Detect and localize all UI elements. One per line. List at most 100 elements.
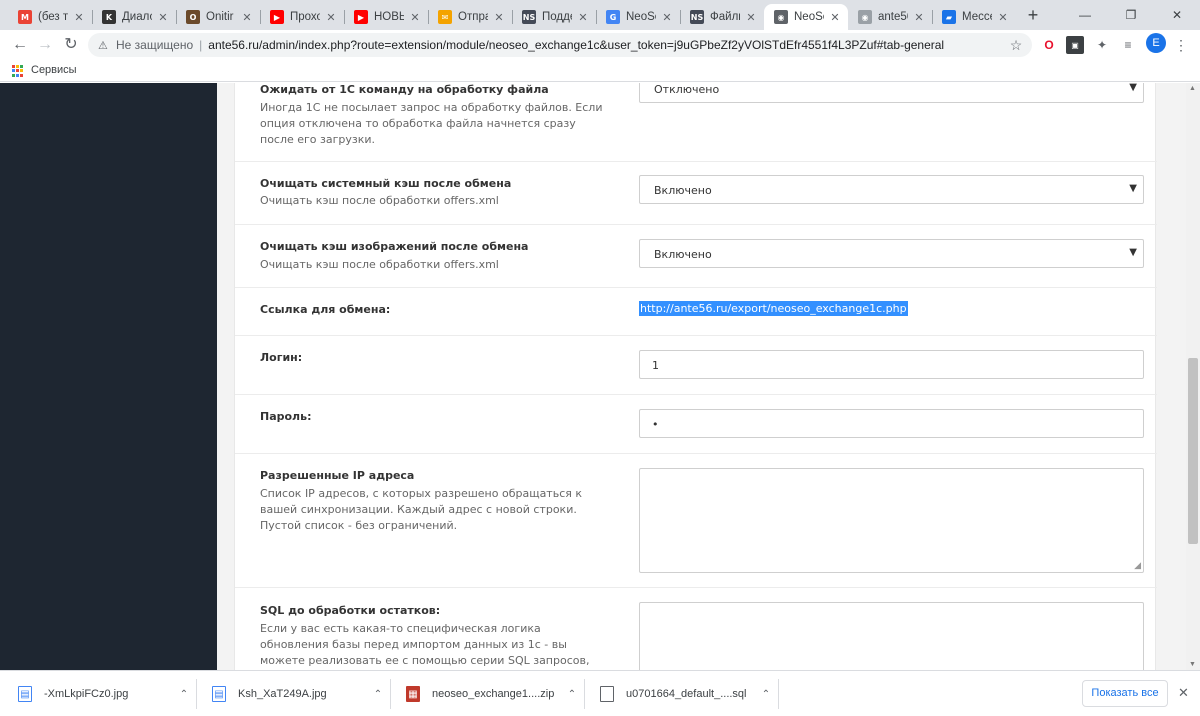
tab-close-icon[interactable]: ✕ [492, 11, 506, 24]
download-menu-caret-icon[interactable]: ⌃ [562, 689, 582, 700]
download-item[interactable]: ▦ neoseo_exchange1....zip ⌃ [406, 671, 582, 716]
tab-close-icon[interactable]: ✕ [744, 11, 758, 24]
download-item[interactable]: ▤ -XmLkpiFCz0.jpg ⌃ [18, 671, 194, 716]
window-close-button[interactable]: ✕ [1154, 0, 1200, 30]
url-text[interactable]: ante56.ru/admin/index.php?route=extensio… [208, 38, 1006, 52]
setting-label: SQL до обработки остатков: [260, 604, 441, 617]
minimize-button[interactable]: — [1062, 0, 1108, 30]
browser-tab[interactable]: M (без те ✕ [8, 4, 92, 30]
download-menu-caret-icon[interactable]: ⌃ [174, 689, 194, 700]
tab-close-icon[interactable]: ✕ [996, 11, 1010, 24]
tab-close-icon[interactable]: ✕ [72, 11, 86, 24]
tab-strip: + — ❐ ✕ M (без те ✕ K Диалоги ✕ O Onitir ✕ ▶ Прохо… [0, 0, 1200, 30]
download-separator [196, 679, 197, 709]
tab-title: Диалоги [122, 11, 152, 23]
browser-tab[interactable]: ✉ Отпра ✕ [428, 4, 512, 30]
select-value: Включено [654, 184, 712, 197]
warning-icon[interactable]: ⚠ [98, 39, 112, 52]
restore-button[interactable]: ❐ [1108, 0, 1154, 30]
browser-tab[interactable]: ◉ ante56 ✕ [848, 4, 932, 30]
setting-row-sql-before: SQL до обработки остатков: Если у вас ес… [235, 588, 1157, 670]
browser-tab[interactable]: NS Подде ✕ [512, 4, 596, 30]
forward-button[interactable]: → [33, 34, 57, 56]
login-input[interactable]: 1 [639, 350, 1144, 379]
browser-tab[interactable]: ▶ Проход ✕ [260, 4, 344, 30]
address-bar[interactable]: ⚠ Не защищено | ante56.ru/admin/index.ph… [88, 33, 1032, 57]
settings-panel: Ожидать от 1С команду на обработку файла… [234, 83, 1157, 670]
browser-tab[interactable]: ◉ NeoSe ✕ [764, 4, 848, 30]
tab-close-icon[interactable]: ✕ [240, 11, 254, 24]
download-separator [584, 679, 585, 709]
scroll-up-icon[interactable]: ▲ [1189, 85, 1196, 92]
new-tab-button[interactable]: + [1021, 4, 1045, 26]
setting-label: Очищать кэш изображений после обмена [260, 240, 529, 253]
input-value: • [652, 418, 659, 431]
browser-tab[interactable]: K Диалоги ✕ [92, 4, 176, 30]
close-shelf-icon[interactable]: ✕ [1178, 685, 1189, 701]
chevron-down-icon: ▼ [1129, 247, 1137, 258]
setting-label: Ссылка для обмена: [260, 303, 391, 316]
opera-extension-icon[interactable]: O [1040, 36, 1058, 54]
tab-title: ante56 [878, 11, 908, 23]
tab-close-icon[interactable]: ✕ [660, 11, 674, 24]
onitir-icon: O [186, 10, 200, 24]
download-filename: u0701664_default_....sql [626, 688, 747, 700]
browser-menu-icon[interactable]: ⋮ [1172, 36, 1190, 54]
bookmarks-bar: Сервисы [0, 60, 1200, 82]
tab-close-icon[interactable]: ✕ [576, 11, 590, 24]
password-input[interactable]: • [639, 409, 1144, 438]
tab-close-icon[interactable]: ✕ [408, 11, 422, 24]
apps-grid-icon[interactable] [12, 65, 24, 77]
tab-close-icon[interactable]: ✕ [324, 11, 338, 24]
setting-row-allowed-ips: Разрешенные IP адреса Список IP адресов,… [235, 454, 1157, 588]
gmail-icon: M [18, 10, 32, 24]
setting-row-password: Пароль: • [235, 395, 1157, 454]
download-menu-caret-icon[interactable]: ⌃ [368, 689, 388, 700]
screen-extension-icon[interactable]: ▣ [1066, 36, 1084, 54]
clear-system-cache-select[interactable]: Включено ▼ [639, 175, 1144, 204]
clear-image-cache-select[interactable]: Включено ▼ [639, 239, 1144, 268]
select-value: Отключено [654, 83, 720, 96]
apps-bookmark-label[interactable]: Сервисы [31, 64, 77, 76]
image-file-icon: ▤ [212, 686, 226, 702]
scrollbar-thumb[interactable] [1188, 358, 1198, 544]
resize-grip-icon[interactable]: ◢ [1134, 561, 1141, 571]
tab-close-icon[interactable]: ✕ [828, 11, 842, 24]
reload-button[interactable]: ↻ [59, 34, 83, 56]
browser-tab[interactable]: NS Файлы ✕ [680, 4, 764, 30]
wait-command-select[interactable]: Отключено ▼ [639, 83, 1144, 103]
page-scrollbar[interactable]: ▲ ▼ [1186, 83, 1200, 670]
mail-icon: ✉ [438, 10, 452, 24]
browser-tab[interactable]: ▰ Мессе ✕ [932, 4, 1016, 30]
browser-tab[interactable]: ▶ НОВЫЕ ✕ [344, 4, 428, 30]
setting-help: Очищать кэш после обработки offers.xml [260, 194, 499, 207]
download-item[interactable]: u0701664_default_....sql ⌃ [600, 671, 776, 716]
scroll-down-icon[interactable]: ▼ [1189, 661, 1196, 668]
browser-tab[interactable]: G NeoSe ✕ [596, 4, 680, 30]
allowed-ips-textarea[interactable]: ◢ [639, 468, 1144, 573]
puzzle-extensions-icon[interactable]: ✦ [1093, 36, 1111, 54]
download-filename: neoseo_exchange1....zip [432, 688, 555, 700]
input-value: 1 [652, 359, 659, 372]
globe-icon: ◉ [774, 10, 788, 24]
image-file-icon: ▤ [18, 686, 32, 702]
security-status[interactable]: Не защищено [116, 38, 193, 52]
show-all-downloads-button[interactable]: Показать все [1082, 680, 1168, 707]
download-item[interactable]: ▤ Ksh_XaT249A.jpg ⌃ [212, 671, 388, 716]
setting-label: Пароль: [260, 410, 312, 423]
setting-label: Очищать системный кэш после обмена [260, 177, 512, 190]
tab-title: Подде [542, 11, 572, 23]
profile-avatar[interactable]: E [1146, 33, 1166, 53]
download-menu-caret-icon[interactable]: ⌃ [756, 689, 776, 700]
admin-sidebar [0, 83, 217, 670]
sql-before-textarea[interactable] [639, 602, 1144, 670]
tab-title: Отпра [458, 11, 488, 23]
exchange-link-value[interactable]: http://ante56.ru/export/neoseo_exchange1… [639, 301, 908, 316]
bookmark-star-icon[interactable]: ☆ [1006, 37, 1026, 54]
tab-close-icon[interactable]: ✕ [156, 11, 170, 24]
tab-close-icon[interactable]: ✕ [912, 11, 926, 24]
reading-list-icon[interactable]: ≡ [1119, 36, 1137, 54]
back-button[interactable]: ← [8, 34, 32, 56]
browser-tab[interactable]: O Onitir ✕ [176, 4, 260, 30]
browser-toolbar: ← → ↻ ⚠ Не защищено | ante56.ru/admin/in… [0, 30, 1200, 60]
